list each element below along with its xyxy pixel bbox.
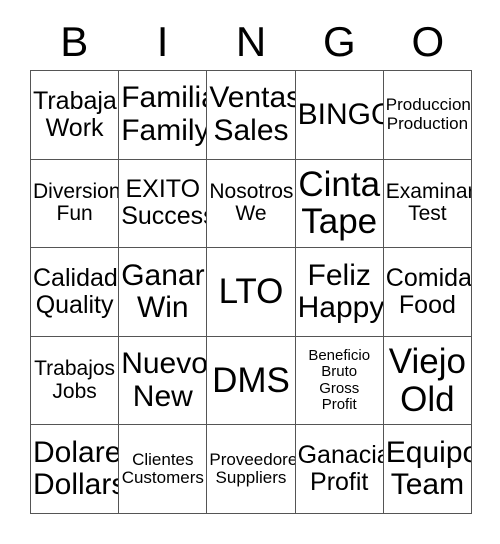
bingo-cell-line: Production [386, 113, 469, 133]
bingo-cell-line: Nuevo [121, 347, 208, 381]
bingo-cell-line: Trabajos [34, 356, 116, 380]
bingo-cell-line: Quality [35, 290, 114, 319]
bingo-cell-r4c2[interactable]: Nuevo New [119, 336, 208, 426]
bingo-cell-line: Viejo [388, 341, 466, 381]
bingo-cell-line: Calidad [33, 263, 118, 292]
bingo-cell-line: Family [121, 113, 208, 147]
bingo-cell-r1c1[interactable]: Trabajar Work [31, 71, 120, 160]
bingo-cell-r4c4[interactable]: Beneficio Bruto Gross Profit [295, 336, 384, 426]
bingo-cell-line: Equipo [385, 435, 472, 469]
bingo-cell-line: Diversion [33, 179, 120, 203]
bingo-cell-line: New [132, 379, 193, 413]
bingo-cell-r5c3[interactable]: ProveedoresSuppliers [207, 425, 296, 514]
bingo-cell-line: Beneficio [308, 347, 371, 365]
bingo-cell-line: Nosotros [209, 179, 294, 203]
bingo-cell-r5c1[interactable]: DolaresDollars [31, 425, 120, 514]
bingo-cell-line: Test [408, 202, 447, 226]
bingo-header-letter-i: I [156, 18, 169, 65]
bingo-cell-r2c3[interactable]: Nosotros We [207, 159, 296, 249]
bingo-cell-line: Win [136, 290, 189, 324]
bingo-cell-line: Dolares [33, 435, 118, 469]
bingo-cell-line: Profit [310, 468, 369, 497]
bingo-cell-line: BINGO [297, 97, 383, 131]
bingo-cell-line: Cinta [298, 164, 381, 204]
bingo-cell-line: Proveedores [209, 449, 294, 469]
bingo-cell-r2c2[interactable]: EXITO Success [119, 159, 208, 249]
bingo-cell-r1c4[interactable]: BINGO [295, 71, 384, 160]
bingo-cell-line: Profit [321, 395, 357, 413]
bingo-cell-line: Comida [385, 263, 472, 292]
bingo-cell-line: Success [121, 202, 208, 231]
bingo-header-letter-n: N [235, 18, 267, 65]
bingo-cell-line: Feliz [307, 258, 371, 292]
bingo-cell-line: Ganar [121, 258, 205, 292]
bingo-cell-r3c3[interactable]: LTO [207, 248, 296, 337]
bingo-cell-line: Ventas [209, 81, 296, 115]
bingo-header-letters: BINGO [30, 14, 472, 70]
bingo-cell-line: Tape [301, 202, 378, 242]
bingo-cell-r2c5[interactable]: Examinar Test [383, 159, 472, 249]
bingo-cell-line: Trabajar [33, 86, 120, 115]
bingo-grid: TrabajarWorkFamiliaFamilyVentasSalesBING… [30, 70, 472, 514]
bingo-cell-r4c1[interactable]: Trabajos Jobs [31, 336, 120, 426]
bingo-cell-line: Clientes [132, 449, 194, 469]
bingo-cell-r5c4[interactable]: Ganacia Profit [295, 425, 384, 514]
bingo-cell-line: Produccion [385, 95, 471, 115]
bingo-cell-line: Jobs [52, 379, 97, 403]
bingo-cell-line: Old [400, 379, 455, 419]
bingo-cell-line: Happy [297, 290, 384, 324]
bingo-cell-r3c5[interactable]: Comida Food [383, 248, 472, 337]
bingo-card: BINGO TrabajarWorkFamiliaFamilyVentasSal… [0, 0, 500, 544]
bingo-cell-line: Food [398, 290, 456, 319]
bingo-cell-line: EXITO [125, 175, 201, 204]
bingo-cell-line: Familia [121, 81, 206, 115]
bingo-cell-line: Suppliers [215, 468, 287, 488]
bingo-cell-r5c2[interactable]: Clientes Customers [119, 425, 208, 514]
bingo-cell-line: Fun [56, 202, 93, 226]
bingo-cell-r2c1[interactable]: Diversion Fun [31, 159, 120, 249]
bingo-cell-r2c4[interactable]: Cinta Tape [295, 159, 384, 249]
bingo-cell-line: Customers [121, 468, 204, 488]
bingo-cell-line: Ganacia [297, 441, 384, 470]
bingo-cell-r3c1[interactable]: Calidad Quality [31, 248, 120, 337]
bingo-cell-r3c2[interactable]: Ganar Win [119, 248, 208, 337]
bingo-cell-r1c2[interactable]: FamiliaFamily [119, 71, 208, 160]
bingo-cell-line: Bruto [321, 363, 358, 381]
bingo-cell-line: Dollars [33, 468, 120, 502]
bingo-cell-line: We [235, 202, 267, 226]
bingo-cell-r4c3[interactable]: DMS [207, 336, 296, 426]
bingo-cell-line: Examinar [385, 179, 472, 203]
bingo-header-letter-o: O [411, 18, 445, 65]
bingo-cell-r3c4[interactable]: Feliz Happy [295, 248, 384, 337]
bingo-cell-r5c5[interactable]: Equipo Team [383, 425, 472, 514]
bingo-cell-line: Gross [319, 379, 360, 397]
bingo-cell-line: Team [390, 468, 465, 502]
bingo-cell-line: Sales [213, 113, 289, 147]
bingo-header-letter-g: G [323, 18, 356, 65]
bingo-cell-r1c5[interactable]: Produccion Production [383, 71, 472, 160]
bingo-cell-line: LTO [218, 272, 284, 312]
bingo-cell-line: DMS [212, 360, 290, 400]
bingo-cell-r1c3[interactable]: Ventas Sales [207, 71, 296, 160]
bingo-cell-line: Work [45, 113, 104, 142]
bingo-cell-r4c5[interactable]: Viejo Old [383, 336, 472, 426]
bingo-header-letter-b: B [60, 18, 89, 65]
